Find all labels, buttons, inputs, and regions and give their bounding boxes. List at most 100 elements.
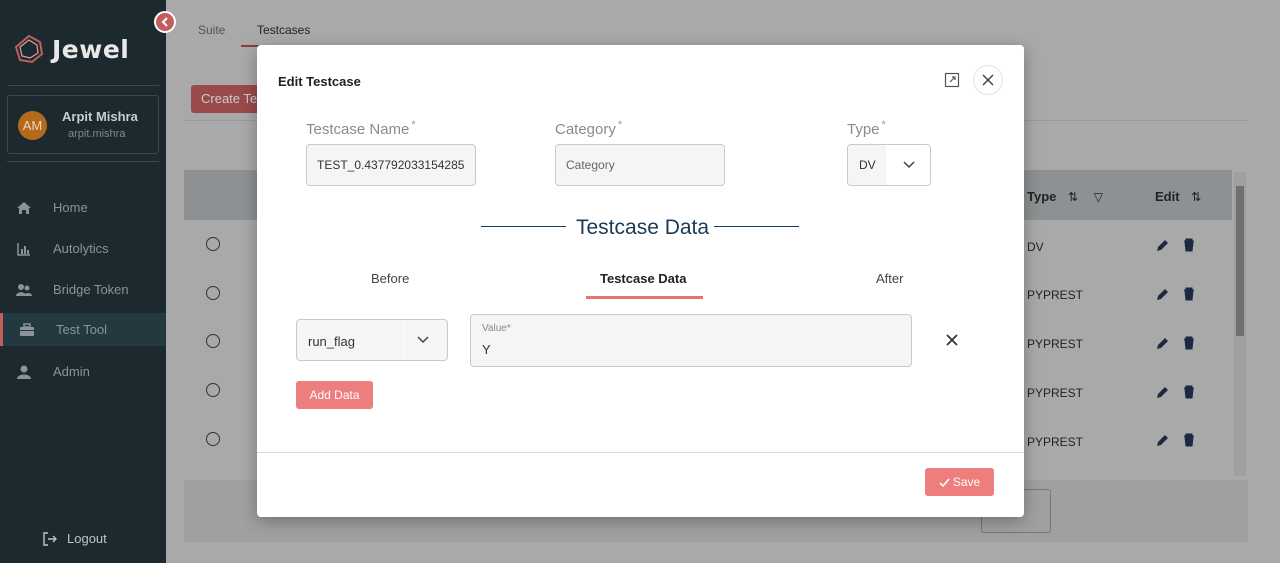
active-tab-indicator (586, 296, 703, 299)
save-button[interactable]: Save (925, 468, 994, 496)
testcase-name-label: Testcase Name * (306, 119, 416, 138)
type-label: Type * (847, 119, 886, 138)
row-type: PYPREST (1027, 386, 1084, 400)
delete-icon (1184, 336, 1194, 350)
row-type: PYPREST (1027, 435, 1084, 449)
field-label-text: Testcase Name (306, 121, 410, 138)
sidebar: Jewel AM Arpit Mishra arpit.mishra Home … (0, 0, 166, 563)
logout-icon (43, 531, 57, 546)
row-actions[interactable] (1156, 287, 1196, 301)
row-actions[interactable] (1156, 238, 1196, 252)
sidebar-item-label: Home (53, 200, 88, 215)
toolbox-icon (20, 323, 34, 336)
edit-icon (1157, 240, 1168, 251)
tab-before[interactable]: Before (371, 271, 409, 286)
data-key-select[interactable]: run_flag (296, 319, 448, 361)
save-label: Save (952, 475, 981, 489)
sidebar-item-home[interactable]: Home (0, 191, 166, 224)
row-expand-icon[interactable] (206, 383, 220, 397)
filter-icon[interactable]: ▽ (1094, 190, 1103, 204)
logout-button[interactable]: Logout (43, 531, 107, 546)
tab-testcases[interactable]: Testcases (257, 23, 310, 37)
row-expand-icon[interactable] (206, 334, 220, 348)
section-divider (714, 226, 799, 227)
sort-icon[interactable]: ⇅ (1191, 190, 1201, 204)
jewel-logo-icon (14, 34, 44, 64)
tab-testcase-data[interactable]: Testcase Data (600, 271, 686, 286)
table-scrollbar[interactable] (1234, 172, 1246, 476)
row-expand-icon[interactable] (206, 286, 220, 300)
sidebar-item-label: Test Tool (56, 322, 108, 337)
section-divider (481, 226, 566, 227)
category-label: Category * (555, 119, 623, 138)
row-type: PYPREST (1027, 337, 1084, 351)
row-expand-icon[interactable] (206, 432, 220, 446)
sidebar-item-label: Bridge Token (53, 282, 129, 297)
required-mark: * (617, 119, 623, 131)
category-input[interactable]: Category (555, 144, 725, 186)
row-expand-icon[interactable] (206, 237, 220, 251)
sidebar-item-label: Admin (53, 364, 90, 379)
user-name: Arpit Mishra (62, 109, 138, 124)
sort-icon[interactable]: ⇅ (1068, 190, 1078, 204)
delete-icon (1184, 238, 1194, 252)
type-select[interactable]: DV (847, 144, 931, 186)
field-label-text: Category (555, 121, 616, 138)
required-mark: * (411, 119, 416, 131)
modal-title: Edit Testcase (278, 74, 361, 89)
edit-icon (1157, 289, 1168, 300)
home-icon (17, 202, 31, 214)
collapse-sidebar-button[interactable] (154, 11, 176, 33)
row-actions[interactable] (1156, 385, 1196, 399)
close-icon (982, 74, 994, 86)
delete-icon (1184, 287, 1194, 301)
chevron-down-icon (417, 336, 429, 344)
app-logo[interactable]: Jewel (14, 34, 129, 64)
edit-icon (1157, 387, 1168, 398)
check-icon (939, 477, 950, 487)
row-actions[interactable] (1156, 433, 1196, 447)
scrollbar-thumb[interactable] (1236, 186, 1244, 336)
delete-icon (1184, 433, 1194, 447)
sidebar-item-admin[interactable]: Admin (0, 355, 166, 388)
logout-label: Logout (67, 531, 107, 546)
remove-row-icon[interactable] (945, 333, 959, 347)
modal-footer-divider (257, 452, 1024, 453)
tab-suite[interactable]: Suite (198, 23, 225, 37)
value-text: Y (482, 342, 491, 357)
type-value: DV (848, 145, 886, 185)
field-label-text: Type (847, 121, 880, 138)
close-button[interactable] (973, 65, 1003, 95)
chevron-left-icon (161, 17, 168, 27)
sidebar-item-autolytics[interactable]: Autolytics (0, 232, 166, 265)
edit-testcase-modal: Edit Testcase Testcase Name * TEST_0.4377… (257, 45, 1024, 517)
users-icon (16, 284, 32, 296)
select-divider (403, 320, 404, 360)
add-data-button[interactable]: Add Data (296, 381, 373, 409)
chart-icon (17, 243, 30, 256)
row-actions[interactable] (1156, 336, 1196, 350)
tab-after[interactable]: After (876, 271, 903, 286)
sidebar-item-test-tool[interactable]: Test Tool (0, 313, 166, 346)
column-header-label: Type (1027, 189, 1057, 204)
edit-icon (1157, 338, 1168, 349)
chevron-down-icon (903, 161, 915, 169)
sidebar-divider (7, 161, 159, 162)
sidebar-item-label: Autolytics (53, 241, 109, 256)
row-type: PYPREST (1027, 288, 1084, 302)
sidebar-divider (7, 85, 159, 86)
value-label: Value* (482, 323, 511, 334)
column-header-edit[interactable]: Edit ⇅ (1155, 189, 1201, 204)
user-icon (17, 365, 31, 379)
data-key-value: run_flag (308, 334, 355, 349)
column-header-type[interactable]: Type ⇅ ▽ (1027, 189, 1103, 204)
expand-icon[interactable] (944, 72, 960, 88)
row-type: DV (1027, 240, 1044, 254)
data-value-input[interactable]: Value* Y (470, 314, 912, 367)
sidebar-item-bridge-token[interactable]: Bridge Token (0, 273, 166, 306)
column-header-label: Edit (1155, 189, 1180, 204)
testcase-name-input[interactable]: TEST_0.437792033154285 (306, 144, 476, 186)
avatar: AM (18, 111, 47, 140)
testcase-name-value: TEST_0.437792033154285 (317, 158, 465, 172)
user-card[interactable]: AM Arpit Mishra arpit.mishra (7, 95, 159, 154)
